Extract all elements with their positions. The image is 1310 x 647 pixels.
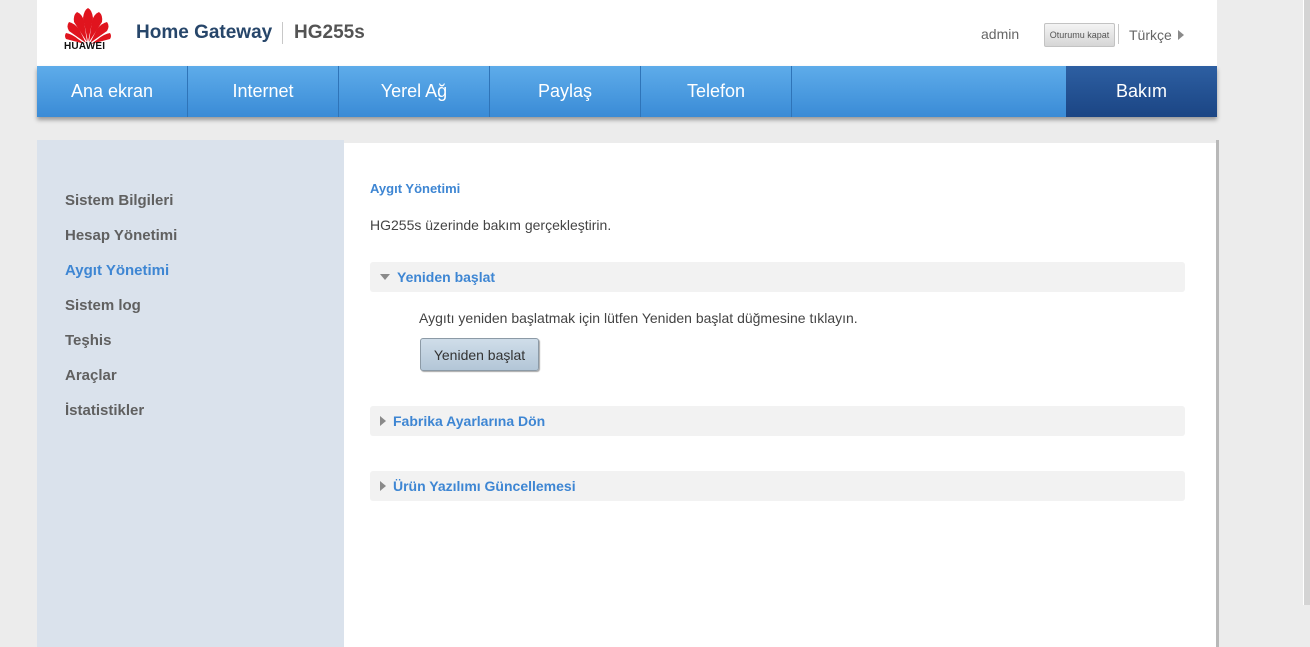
caret-down-icon (380, 274, 390, 280)
content-panel: Aygıt Yönetimi HG255s üzerinde bakım ger… (344, 143, 1216, 647)
title-divider (282, 22, 283, 44)
caret-right-icon (1177, 30, 1184, 40)
language-divider (1118, 24, 1119, 44)
tab-telefon[interactable]: Telefon (641, 66, 792, 117)
restart-description: Aygıtı yeniden başlatmak için lütfen Yen… (419, 310, 858, 326)
scrollbar-thumb[interactable] (1304, 0, 1310, 605)
content-shadow-border (1216, 140, 1219, 647)
section-firmware-update-header[interactable]: Ürün Yazılımı Güncellemesi (370, 471, 1185, 501)
caret-right-icon (380, 416, 386, 426)
tab-internet[interactable]: Internet (188, 66, 339, 117)
sidebar-item-sistem-log[interactable]: Sistem log (65, 297, 141, 314)
tab-paylas[interactable]: Paylaş (490, 66, 641, 117)
sidebar-item-aygit-yonetimi[interactable]: Aygıt Yönetimi (65, 262, 169, 279)
tab-yerel-ag[interactable]: Yerel Ağ (339, 66, 490, 117)
sidebar-item-hesap-yonetimi[interactable]: Hesap Yönetimi (65, 227, 177, 244)
page-description: HG255s üzerinde bakım gerçekleştirin. (370, 217, 612, 233)
tab-bakim[interactable]: Bakım (1066, 66, 1217, 117)
huawei-logo-icon (65, 8, 111, 44)
sidebar-item-teshis[interactable]: Teşhis (65, 332, 111, 349)
app-title: Home Gateway (136, 22, 273, 43)
caret-right-icon (380, 481, 386, 491)
model-name: HG255s (294, 22, 365, 43)
logout-button[interactable]: Oturumu kapat (1044, 23, 1115, 47)
section-title: Ürün Yazılımı Güncellemesi (393, 478, 576, 494)
sidebar: Sistem Bilgileri Hesap Yönetimi Aygıt Yö… (37, 140, 344, 647)
user-name: admin (981, 26, 1020, 42)
main-nav: Ana ekran Internet Yerel Ağ Paylaş Telef… (37, 66, 1217, 117)
page-frame: HUAWEI Home Gateway HG255s admin Oturumu… (37, 0, 1219, 647)
language-selector[interactable]: Türkçe (1129, 27, 1184, 43)
sidebar-item-istatistikler[interactable]: İstatistikler (65, 402, 144, 419)
section-yeniden-baslat-header[interactable]: Yeniden başlat (370, 262, 1185, 292)
language-label: Türkçe (1129, 27, 1172, 43)
logo-text: HUAWEI (64, 41, 106, 52)
sidebar-item-araclar[interactable]: Araçlar (65, 367, 117, 384)
page-title: Aygıt Yönetimi (370, 181, 461, 196)
restart-button[interactable]: Yeniden başlat (420, 338, 539, 371)
section-title: Yeniden başlat (397, 269, 496, 285)
section-title: Fabrika Ayarlarına Dön (393, 413, 546, 429)
tab-ana-ekran[interactable]: Ana ekran (37, 66, 188, 117)
header: HUAWEI Home Gateway HG255s admin Oturumu… (37, 0, 1217, 66)
sidebar-item-sistem-bilgileri[interactable]: Sistem Bilgileri (65, 192, 173, 209)
section-factory-reset-header[interactable]: Fabrika Ayarlarına Dön (370, 406, 1185, 436)
